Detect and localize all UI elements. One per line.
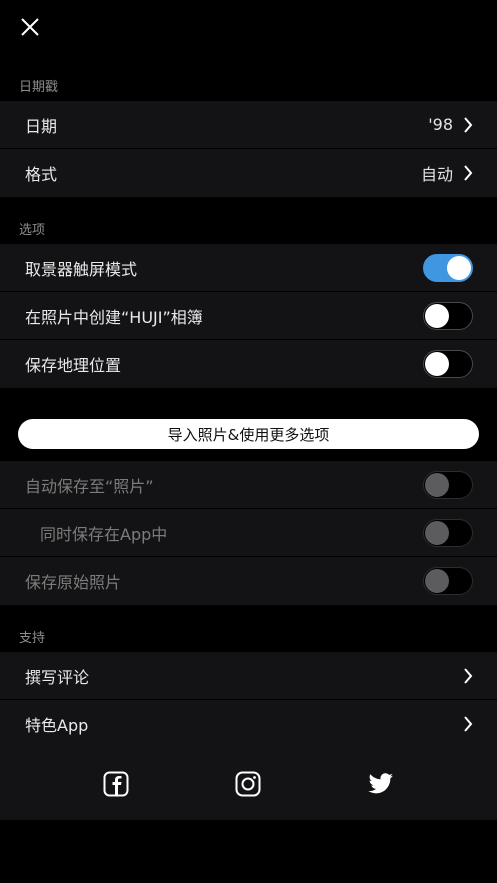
locked-options-group: 自动保存至“照片” 同时保存在App中 保存原始照片 [0, 461, 497, 605]
section-header-options: 选项 [19, 223, 46, 238]
support-group: 撰写评论 特色App [0, 652, 497, 748]
facebook-icon[interactable] [103, 771, 129, 797]
create-album-label: 在照片中创建“HUJI”相簿 [25, 307, 203, 327]
create-album-row: 在照片中创建“HUJI”相簿 [0, 292, 497, 340]
write-review-row[interactable]: 撰写评论 [0, 652, 497, 700]
options-group: 取景器触屏模式 在照片中创建“HUJI”相簿 保存地理位置 [0, 244, 497, 388]
datestamp-group: 日期 '98 格式 自动 [0, 101, 497, 197]
save-in-app-row: 同时保存在App中 [0, 509, 497, 557]
toggle-knob [447, 255, 471, 280]
auto-save-label: 自动保存至“照片” [25, 476, 154, 496]
viewfinder-touch-row: 取景器触屏模式 [0, 244, 497, 292]
auto-save-toggle[interactable] [423, 470, 473, 499]
create-album-toggle[interactable] [423, 301, 473, 330]
toggle-knob [425, 520, 449, 545]
save-original-label: 保存原始照片 [25, 573, 122, 592]
chevron-right-icon [463, 164, 473, 182]
save-location-toggle[interactable] [423, 350, 473, 378]
close-icon [21, 18, 39, 36]
import-wrap: 导入照片&使用更多选项 [0, 388, 497, 461]
toggle-knob [425, 352, 449, 376]
close-button[interactable] [16, 13, 46, 43]
viewfinder-touch-label: 取景器触屏模式 [25, 259, 138, 279]
date-label: 日期 [25, 116, 58, 136]
format-value: 自动 [420, 165, 453, 184]
toggle-knob [425, 303, 449, 328]
toggle-knob [425, 472, 449, 497]
section-header-datestamp: 日期戳 [19, 80, 59, 95]
featured-app-row[interactable]: 特色App [0, 700, 497, 748]
save-in-app-label: 同时保存在App中 [40, 524, 168, 544]
save-original-row: 保存原始照片 [0, 557, 497, 605]
instagram-icon[interactable] [235, 771, 261, 797]
write-review-label: 撰写评论 [25, 667, 90, 687]
format-label: 格式 [25, 165, 58, 184]
chevron-right-icon [463, 715, 473, 733]
chevron-right-icon [463, 116, 473, 134]
chevron-right-icon [463, 667, 473, 685]
toggle-knob [425, 569, 449, 593]
auto-save-row: 自动保存至“照片” [0, 461, 497, 509]
twitter-icon[interactable] [368, 773, 394, 795]
save-location-label: 保存地理位置 [25, 356, 122, 375]
top-bar [0, 0, 497, 78]
featured-app-label: 特色App [25, 716, 89, 735]
save-in-app-toggle[interactable] [423, 518, 473, 547]
format-row[interactable]: 格式 自动 [0, 149, 497, 197]
date-row[interactable]: 日期 '98 [0, 101, 497, 149]
save-location-row: 保存地理位置 [0, 340, 497, 388]
save-original-toggle[interactable] [423, 567, 473, 595]
viewfinder-touch-toggle[interactable] [423, 253, 473, 282]
date-value: '98 [428, 115, 453, 134]
import-photos-button[interactable]: 导入照片&使用更多选项 [18, 419, 479, 449]
section-header-support: 支持 [19, 631, 46, 646]
social-bar [0, 748, 497, 820]
